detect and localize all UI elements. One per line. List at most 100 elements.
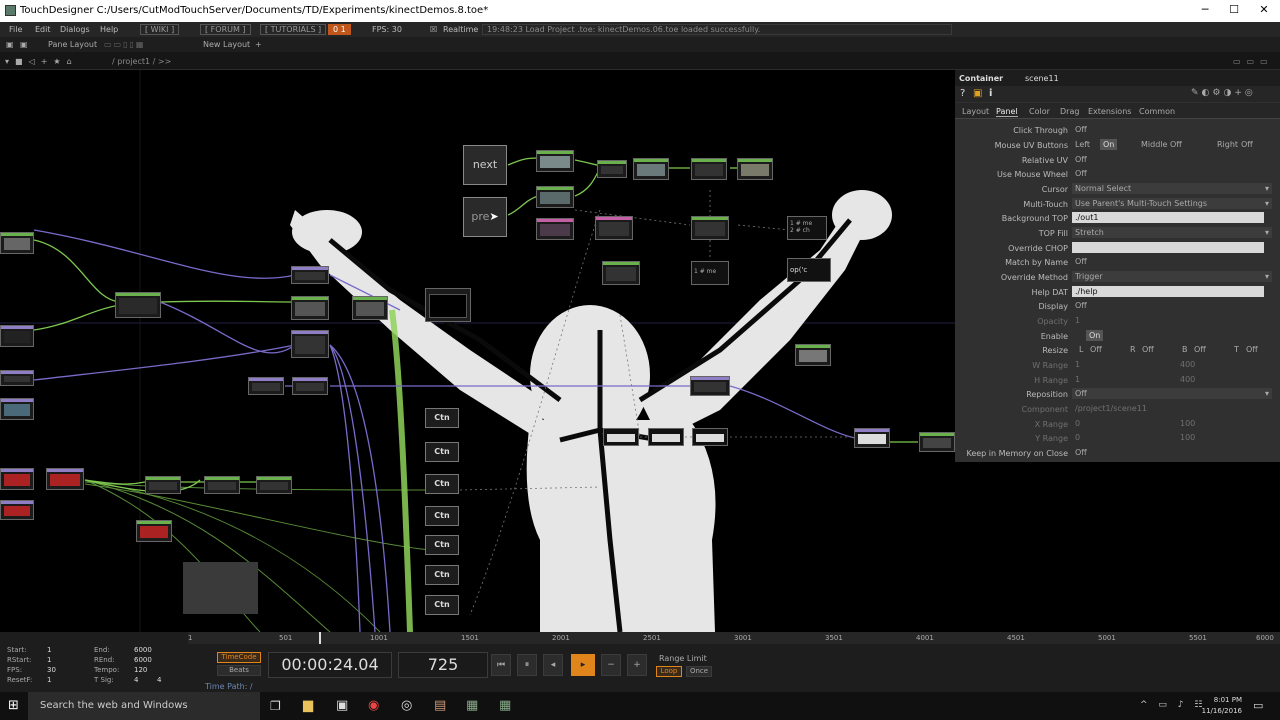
container-node[interactable]: Ctn xyxy=(425,595,459,615)
param-row[interactable]: Use Mouse Wheel Off xyxy=(955,168,1280,181)
tsig-value[interactable]: 4 xyxy=(134,676,138,684)
param-value[interactable]: 1 xyxy=(1072,374,1083,385)
opacity-value[interactable]: 1 xyxy=(1072,315,1083,326)
mid-node[interactable] xyxy=(256,476,292,494)
param-toggle[interactable]: Off xyxy=(1167,139,1185,150)
body-node[interactable] xyxy=(648,428,684,446)
mid-node[interactable] xyxy=(115,292,161,318)
param-row[interactable]: H Range 1 400 xyxy=(955,374,1280,387)
left-node[interactable] xyxy=(0,325,34,347)
param-row[interactable]: Y Range 0 100 xyxy=(955,432,1280,445)
timecode-display[interactable]: 00:00:24.04 xyxy=(268,652,392,678)
playhead[interactable] xyxy=(319,632,321,644)
windows-start-icon[interactable]: ⊞ xyxy=(8,698,19,713)
param-value[interactable]: 100 xyxy=(1177,418,1198,429)
param-row[interactable]: Cursor Normal Select xyxy=(955,183,1280,196)
mid-node[interactable] xyxy=(204,476,240,494)
param-toggle[interactable]: Off xyxy=(1072,154,1090,165)
param-row[interactable]: Keep in Memory on Close Off xyxy=(955,447,1280,460)
mid-node[interactable] xyxy=(248,377,284,395)
op-text-node[interactable]: op('c xyxy=(787,258,831,282)
param-toggle[interactable]: On xyxy=(1100,139,1118,150)
top-node[interactable] xyxy=(737,158,773,180)
param-value[interactable]: 1 xyxy=(1072,359,1083,370)
mid-node[interactable] xyxy=(425,288,471,322)
menu-edit[interactable]: Edit xyxy=(35,25,51,34)
top-node[interactable] xyxy=(595,216,633,240)
param-row[interactable]: Relative UV Off xyxy=(955,154,1280,167)
body-node[interactable] xyxy=(795,344,831,366)
python-icon[interactable]: ▣ xyxy=(973,88,982,99)
container-node[interactable]: Ctn xyxy=(425,535,459,555)
tab-extensions[interactable]: Extensions xyxy=(1088,107,1131,116)
mid-node[interactable] xyxy=(136,520,172,542)
body-node[interactable] xyxy=(603,428,639,446)
end-value[interactable]: 6000 xyxy=(134,646,152,654)
param-row[interactable]: Background TOP ./out1 xyxy=(955,212,1280,225)
point-cloud-preview[interactable] xyxy=(183,562,258,614)
close-icon[interactable]: ✕ xyxy=(1249,3,1279,19)
body-node[interactable] xyxy=(692,428,728,446)
param-toggle[interactable]: Off xyxy=(1072,447,1090,458)
param-row[interactable]: Override CHOP xyxy=(955,242,1280,255)
param-row[interactable]: Component/project1/scene11 xyxy=(955,403,1280,416)
param-row[interactable]: Opacity 1 xyxy=(955,315,1280,328)
next-button-node[interactable]: next xyxy=(463,145,507,185)
param-row[interactable]: Override Method Trigger xyxy=(955,271,1280,284)
background-top-field[interactable]: ./out1 xyxy=(1072,212,1264,223)
rend-value[interactable]: 6000 xyxy=(134,656,152,664)
mid-node[interactable] xyxy=(291,296,329,320)
left-node[interactable] xyxy=(0,468,34,490)
top-node[interactable] xyxy=(536,186,574,208)
param-row[interactable]: Reposition Off xyxy=(955,388,1280,401)
param-toggle[interactable]: Left xyxy=(1072,139,1093,150)
mid-node[interactable] xyxy=(352,296,388,320)
reposition-select[interactable]: Off xyxy=(1072,388,1272,399)
tab-color[interactable]: Color xyxy=(1029,107,1050,116)
param-toggle[interactable]: Off xyxy=(1072,300,1090,311)
param-row[interactable]: Multi-Touch Use Parent's Multi-Touch Sett… xyxy=(955,198,1280,211)
param-value[interactable]: 400 xyxy=(1177,374,1198,385)
store-icon[interactable]: ▣ xyxy=(336,698,348,713)
top-node[interactable] xyxy=(633,158,669,180)
fps-value[interactable]: 30 xyxy=(47,666,56,674)
override-method-select[interactable]: Trigger xyxy=(1072,271,1272,282)
multitouch-select[interactable]: Use Parent's Multi-Touch Settings xyxy=(1072,198,1272,209)
pause-icon[interactable]: ⏸ xyxy=(517,654,537,676)
tab-layout[interactable]: Layout xyxy=(962,107,989,116)
time-path[interactable]: Time Path: / xyxy=(205,682,253,691)
frame-display[interactable]: 725 xyxy=(398,652,488,678)
tab-common[interactable]: Common xyxy=(1139,107,1175,116)
param-row[interactable]: Display Off xyxy=(955,300,1280,313)
override-chop-field[interactable] xyxy=(1072,242,1264,253)
param-toggle[interactable]: Off xyxy=(1243,344,1261,355)
resetf-value[interactable]: 1 xyxy=(47,676,51,684)
cursor-select[interactable]: Normal Select xyxy=(1072,183,1272,194)
prev-button-node[interactable]: pre➤ xyxy=(463,197,507,237)
param-row[interactable]: Mouse UV Buttons Left On Middle Off Right Off xyxy=(955,139,1280,152)
left-node[interactable] xyxy=(0,398,34,420)
app-icon-5[interactable]: ◎ xyxy=(401,698,412,713)
param-row[interactable]: Match by Name Off xyxy=(955,256,1280,269)
param-value[interactable]: 0 xyxy=(1072,432,1083,443)
param-row[interactable]: X Range 0 100 xyxy=(955,418,1280,431)
left-node[interactable] xyxy=(0,500,34,520)
step-back-icon[interactable]: ◂ xyxy=(543,654,563,676)
left-node[interactable] xyxy=(0,370,34,386)
top-node[interactable] xyxy=(602,261,640,285)
tutorials-button[interactable]: [ TUTORIALS ] xyxy=(260,24,327,35)
param-toggle[interactable]: Off xyxy=(1072,124,1090,135)
left-node[interactable] xyxy=(46,468,84,490)
forum-button[interactable]: [ FORUM ] xyxy=(200,24,251,35)
param-row[interactable]: W Range 1 400 xyxy=(955,359,1280,372)
mid-node[interactable] xyxy=(291,330,329,358)
top-node[interactable] xyxy=(597,160,627,178)
param-row[interactable]: Resize L Off R Off B Off T Off xyxy=(955,344,1280,357)
top-node[interactable] xyxy=(536,218,574,240)
realtime-checkbox-icon[interactable]: ☒ xyxy=(430,25,437,34)
param-toggle[interactable]: Off xyxy=(1072,256,1090,267)
decrease-icon[interactable]: − xyxy=(601,654,621,676)
rstart-value[interactable]: 1 xyxy=(47,656,51,664)
param-value[interactable]: 400 xyxy=(1177,359,1198,370)
param-row[interactable]: Enable On xyxy=(955,330,1280,343)
